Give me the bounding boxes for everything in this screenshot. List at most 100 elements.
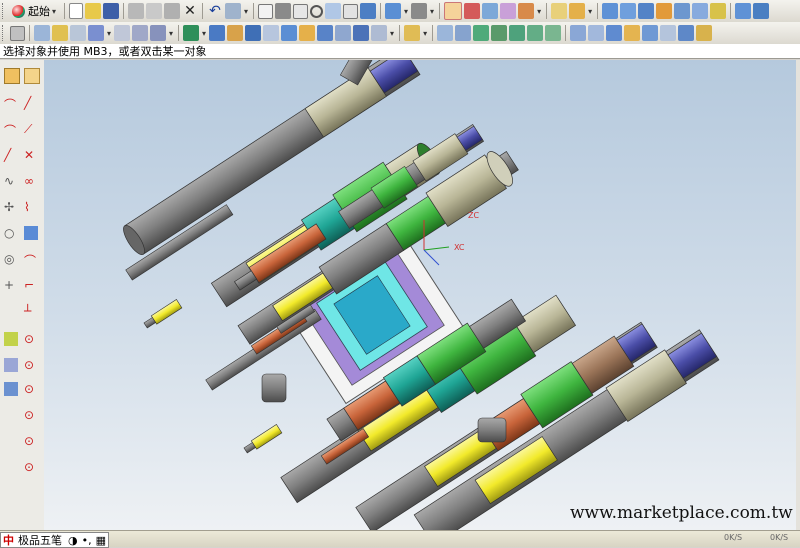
boolean-icon[interactable] [263,25,280,41]
datum-icon[interactable] [52,25,68,41]
toolbar-grip[interactable] [2,25,6,41]
chevron-down-icon[interactable]: ▾ [588,7,592,16]
chevron-down-icon[interactable]: ▾ [423,29,427,38]
pattern-tool-icon[interactable] [24,226,38,240]
chevron-down-icon[interactable]: ▾ [244,7,248,16]
spline-tool-icon[interactable]: ∿ [4,174,18,188]
analysis-icon[interactable] [482,3,499,19]
snap-point-icon[interactable] [444,2,463,20]
chevron-down-icon[interactable]: ▾ [430,7,434,16]
feature-tool-icon[interactable] [753,3,770,19]
curve-tool-icon[interactable]: ⌒ [4,96,18,112]
curve-icon[interactable] [88,25,104,41]
surface-tool-icon[interactable] [509,25,526,41]
feature-tool-icon[interactable] [710,3,727,19]
arc-tool-icon[interactable]: ⌒ [4,122,18,138]
surface-tool-icon[interactable] [437,25,454,41]
new-file-icon[interactable] [69,3,84,19]
ruler-icon[interactable] [551,3,568,19]
chevron-down-icon[interactable]: ▾ [107,29,111,38]
boolean-icon[interactable] [245,25,262,41]
moon-icon[interactable]: ◑ [68,534,78,547]
feature-tool-icon[interactable] [692,3,709,19]
corner-tool-icon[interactable]: ⌐ [24,278,38,292]
surface-tool-icon[interactable] [545,25,562,41]
graphics-window[interactable]: ZC XC [44,60,796,530]
snap-tool-icon[interactable]: ⊙ [24,382,38,396]
extend-tool-icon[interactable]: ┴ [24,304,38,318]
surface-tool-icon[interactable] [455,25,472,41]
trim-tool-icon[interactable]: ╱ [4,148,18,162]
pattern-icon[interactable] [335,25,352,41]
offset-tool-icon[interactable]: ⟋ [24,122,38,136]
measure-tool-icon[interactable]: ⊙ [24,332,38,346]
select-mode-icon[interactable] [225,3,242,19]
application-icon[interactable] [10,25,25,41]
undo-icon[interactable]: ↶ [207,3,223,19]
analysis-tool-icon[interactable]: ⊙ [24,358,38,372]
layer-icon[interactable] [411,3,428,19]
rotate-icon[interactable] [325,3,342,19]
line-icon[interactable] [150,25,167,41]
line-tool-icon[interactable]: ╱ [24,96,38,110]
synchronous-tool-icon[interactable] [606,25,623,41]
mirror-icon[interactable] [353,25,370,41]
shaded-view-icon[interactable] [275,3,292,19]
copy-icon[interactable] [146,3,163,19]
bridge-tool-icon[interactable]: ⌇ [24,200,38,214]
point-tool-icon[interactable]: ✢ [4,200,18,214]
feature-tool-icon[interactable] [656,3,673,19]
start-button[interactable]: 起始 ▾ [9,2,61,20]
surface-tool-icon[interactable] [527,25,544,41]
measure-icon[interactable] [464,3,481,19]
sketch-icon[interactable] [34,25,50,41]
paste-icon[interactable] [164,3,181,19]
snap-tool-icon[interactable]: ⊙ [24,408,38,422]
synchronous-tool-icon[interactable] [642,25,659,41]
feature-tool-icon[interactable] [638,3,655,19]
save-icon[interactable] [103,3,120,19]
synchronous-tool-icon[interactable] [588,25,605,41]
chevron-down-icon[interactable]: ▾ [537,7,541,16]
link-tool-icon[interactable]: ∞ [24,174,38,188]
surface-tool-icon[interactable] [491,25,508,41]
chamfer-icon[interactable] [299,25,316,41]
transform-icon[interactable] [518,3,535,19]
synchronous-tool-icon[interactable] [678,25,695,41]
shell-icon[interactable] [317,25,334,41]
feature-tool-icon[interactable] [735,3,752,19]
snap-tool-icon[interactable]: ⊙ [24,434,38,448]
face-edit-icon[interactable] [4,358,18,372]
chevron-down-icon[interactable]: ▾ [390,29,394,38]
edit-object-icon[interactable] [500,3,517,19]
hole-icon[interactable] [70,25,86,41]
select-arrow-icon[interactable] [4,68,20,84]
pan-icon[interactable] [343,3,359,19]
trim-icon[interactable] [371,25,388,41]
extrude-icon[interactable] [183,25,200,41]
pencil-icon[interactable] [569,3,586,19]
delete-icon[interactable]: ✕ [182,3,198,19]
intersect-tool-icon[interactable]: ✕ [24,148,38,162]
chevron-down-icon[interactable]: ▾ [202,29,206,38]
punctuation-icon[interactable]: •, [82,534,92,547]
chevron-down-icon[interactable]: ▾ [169,29,173,38]
render-style-icon[interactable] [360,3,377,19]
toolbar-grip[interactable] [2,3,6,19]
split-tool-icon[interactable] [4,382,18,396]
keyboard-icon[interactable]: ▦ [96,534,106,547]
circle-tool-icon[interactable]: ○ [4,226,18,240]
feature-tool-icon[interactable] [674,3,691,19]
chevron-down-icon[interactable]: ▾ [404,7,408,16]
wireframe-view-icon[interactable] [293,3,309,19]
spline-icon[interactable] [132,25,149,41]
blend-icon[interactable] [281,25,298,41]
synchronous-tool-icon[interactable] [696,25,713,41]
synchronous-tool-icon[interactable] [624,25,641,41]
synchronous-tool-icon[interactable] [570,25,587,41]
boolean-icon[interactable] [227,25,244,41]
feature-edit-icon[interactable] [4,332,18,346]
revolve-icon[interactable] [209,25,226,41]
feature-tool-icon[interactable] [602,3,619,19]
resource-bar[interactable] [796,60,800,530]
